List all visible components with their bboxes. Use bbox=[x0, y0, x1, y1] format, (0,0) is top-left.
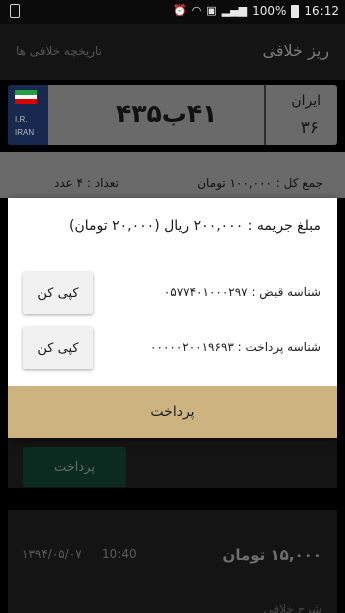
summary-total: جمع کل : ۱۰۰,۰۰۰ تومان bbox=[197, 176, 323, 190]
page-title: ریز خلافی bbox=[262, 41, 329, 60]
status-bar: ⏰ ◠ ▣ ▂▄▆ 100% 16:12 bbox=[0, 0, 345, 24]
battery-icon bbox=[291, 4, 300, 18]
plate-ir-label: I.R. bbox=[15, 115, 28, 124]
history-link[interactable]: تاریخچه خلافی ها bbox=[16, 44, 102, 58]
fine-record: ۱۵,۰۰۰ تومان 10:40 ۱۳۹۴/۰۵/۰۷ شرح خلافی bbox=[8, 510, 337, 613]
battery-percent: 100% bbox=[252, 4, 287, 18]
background-content: پرداخت bbox=[8, 438, 337, 488]
payment-dialog: مبلغ جریمه : ۲۰۰,۰۰۰ ریال (۲۰,۰۰۰ تومان)… bbox=[8, 198, 337, 438]
wifi-icon: ◠ bbox=[191, 4, 202, 17]
summary-count: تعداد : ۴ عدد bbox=[54, 176, 119, 190]
signal-icon: ▂▄▆ bbox=[221, 4, 248, 17]
background-pay-button[interactable]: پرداخت bbox=[23, 447, 126, 487]
sim-icon: ▣ bbox=[206, 4, 217, 17]
record-time: 10:40 bbox=[102, 547, 137, 561]
plate-country: ایران bbox=[291, 93, 321, 109]
clock: 16:12 bbox=[304, 4, 339, 18]
record-amount: ۱۵,۰۰۰ تومان bbox=[222, 546, 322, 564]
plate-number: ۴۱ب۴۳۵ bbox=[116, 99, 218, 128]
bill-id-row: شناسه قبض : ۰۵۷۷۴۰۱۰۰۰۲۹۷ کپی کن bbox=[8, 272, 337, 314]
bill-id-label: شناسه قبض : ۰۵۷۷۴۰۱۰۰۰۲۹۷ bbox=[163, 285, 321, 299]
plate-flag-panel: I.R. IRAN bbox=[8, 85, 48, 145]
alarm-icon: ⏰ bbox=[172, 4, 187, 17]
app-bar: ریز خلافی تاریخچه خلافی ها bbox=[0, 24, 345, 80]
copy-payment-id-button[interactable]: کپی کن bbox=[23, 327, 93, 369]
record-date: ۱۳۹۴/۰۵/۰۷ bbox=[22, 547, 82, 561]
iran-flag-icon bbox=[15, 90, 37, 104]
pay-button[interactable]: پرداخت bbox=[8, 386, 337, 438]
status-icons: ⏰ ◠ ▣ ▂▄▆ 100% 16:12 bbox=[173, 4, 339, 18]
copy-bill-id-button[interactable]: کپی کن bbox=[23, 272, 93, 314]
fine-amount-title: مبلغ جریمه : ۲۰۰,۰۰۰ ریال (۲۰,۰۰۰ تومان) bbox=[69, 218, 321, 234]
notification-icon bbox=[10, 4, 20, 18]
payment-id-label: شناسه پرداخت : ۰۰۰۰۰۲۰۰۱۹۶۹۳ bbox=[150, 340, 321, 354]
summary-bar: جمع کل : ۱۰۰,۰۰۰ تومان تعداد : ۴ عدد bbox=[0, 152, 345, 198]
plate-divider bbox=[264, 85, 266, 145]
license-plate: I.R. IRAN ۴۱ب۴۳۵ ایران ۳۶ bbox=[8, 85, 337, 145]
plate-region-code: ۳۶ bbox=[300, 118, 319, 138]
payment-id-row: شناسه پرداخت : ۰۰۰۰۰۲۰۰۱۹۶۹۳ کپی کن bbox=[8, 327, 337, 369]
plate-iran-label: IRAN bbox=[15, 128, 35, 137]
record-description: شرح خلافی bbox=[263, 602, 322, 613]
